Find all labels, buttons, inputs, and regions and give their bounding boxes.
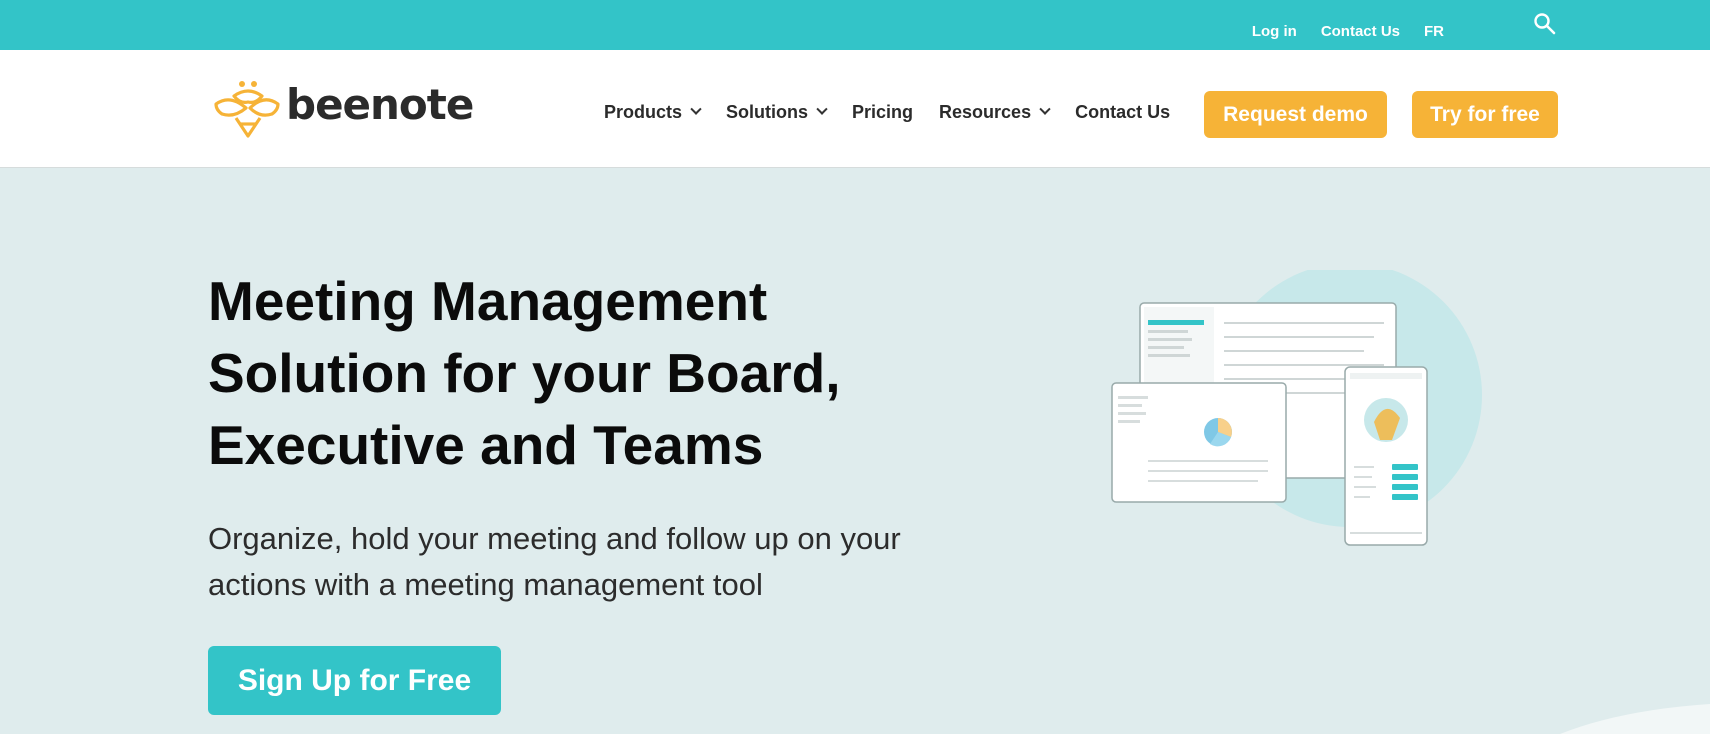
- nav-solutions-label: Solutions: [726, 101, 809, 122]
- nav-resources[interactable]: Resources: [939, 101, 1051, 123]
- hero-title-line: Executive and Teams: [208, 414, 764, 476]
- top-utility-bar: Log in Contact Us FR: [0, 0, 1710, 50]
- hero-title-line: Meeting Management: [208, 270, 768, 332]
- language-switch-link[interactable]: FR: [1424, 23, 1444, 40]
- utility-links: Log in Contact Us FR: [1228, 0, 1444, 50]
- nav-products-label: Products: [604, 101, 683, 122]
- hero-title: Meeting Management Solution for your Boa…: [208, 265, 928, 481]
- tablet-app-mockup: [1111, 382, 1287, 503]
- nav-contact-us-label: Contact Us: [1075, 101, 1171, 122]
- nav-resources-label: Resources: [939, 101, 1032, 122]
- main-navbar: beenote Products Solutions Pricing Resou…: [0, 50, 1710, 168]
- hero-subtitle-line: actions with a meeting management tool: [208, 567, 763, 602]
- logo-wordmark: beenote: [286, 80, 474, 129]
- primary-nav: Products Solutions Pricing Resources Con…: [604, 50, 1196, 168]
- nav-solutions[interactable]: Solutions: [726, 101, 828, 123]
- beenote-logo[interactable]: beenote: [212, 78, 474, 142]
- sign-up-free-button[interactable]: Sign Up for Free: [208, 646, 501, 715]
- nav-pricing-label: Pricing: [852, 101, 914, 122]
- phone-app-mockup: [1344, 366, 1428, 546]
- hero-subtitle-line: Organize, hold your meeting and follow u…: [208, 521, 901, 556]
- request-demo-button[interactable]: Request demo: [1204, 91, 1387, 138]
- chevron-down-icon: [816, 103, 828, 115]
- contact-us-link-top[interactable]: Contact Us: [1321, 23, 1400, 40]
- try-for-free-button[interactable]: Try for free: [1412, 91, 1558, 138]
- nav-products[interactable]: Products: [604, 101, 702, 123]
- nav-contact-us[interactable]: Contact Us: [1075, 102, 1170, 123]
- chevron-down-icon: [690, 103, 702, 115]
- product-screenshots-illustration: [1111, 270, 1482, 546]
- decorative-wave: [1560, 704, 1710, 734]
- nav-pricing[interactable]: Pricing: [852, 102, 913, 123]
- hero-title-line: Solution for your Board,: [208, 342, 841, 404]
- hero-subtitle: Organize, hold your meeting and follow u…: [208, 516, 968, 608]
- bee-logo-icon: [214, 81, 280, 138]
- login-link[interactable]: Log in: [1252, 23, 1297, 40]
- chevron-down-icon: [1039, 103, 1051, 115]
- search-icon[interactable]: [1533, 12, 1557, 36]
